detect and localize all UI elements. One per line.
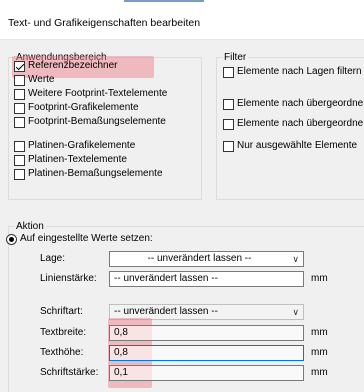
schriftstaerke-label: Schriftstärke: [40,367,99,378]
checkbox-box[interactable] [223,118,234,130]
checkbox-box[interactable] [14,140,25,152]
checkbox-referenzbezeichner[interactable]: Referenzbezeichner [14,59,118,73]
textbreite-label: Textbreite: [40,327,87,338]
texthoehe-field-value: 0,8 [114,347,128,358]
checkbox-label: Elemente nach Lagen filtern [237,66,362,77]
title-accent [124,0,204,2]
checkbox-weitere-footprint-textelemente[interactable]: Weitere Footprint-Textelemente [14,87,167,101]
checkbox-label: Footprint-Grafikelemente [28,102,139,113]
schriftstaerke-field[interactable]: 0,1 [109,365,304,381]
checkbox-label: Platinen-Bemaßungselemente [28,168,163,179]
checkbox-nur-ausgewaehlte-elemente[interactable]: Nur ausgewählte Elemente [223,139,357,153]
linienstaerke-label: Linienstärke: [40,273,97,284]
schriftstaerke-unit: mm [311,367,328,378]
textbreite-field[interactable]: 0,8 [109,325,304,341]
checkbox-box[interactable] [14,116,25,128]
texthoehe-unit: mm [311,347,328,358]
checkbox-elemente-nach-uebergeordnet-1[interactable]: Elemente nach übergeordne [223,97,363,111]
checkbox-label: Nur ausgewählte Elemente [237,140,358,151]
schriftart-select-value: -- unverändert lassen -- [114,306,218,317]
checkbox-box[interactable] [223,140,234,152]
linienstaerke-field-value: -- unverändert lassen -- [114,273,218,284]
checkbox-box[interactable] [14,74,25,86]
checkbox-elemente-nach-uebergeordnet-2[interactable]: Elemente nach übergeordne [223,117,363,131]
linienstaerke-field[interactable]: -- unverändert lassen -- [109,271,304,287]
schriftart-label: Schriftart: [40,306,83,317]
aktion-legend: Aktion [14,221,46,232]
checkbox-label: Elemente nach übergeordne [237,98,364,109]
dialog-content: Anwendungsbereich Referenzbezeichner Wer… [0,40,364,392]
checkbox-platinen-textelemente[interactable]: Platinen-Textelemente [14,153,127,167]
checkbox-label: Platinen-Textelemente [28,154,127,165]
checkbox-box[interactable] [14,154,25,166]
filter-legend: Filter [222,52,249,63]
checkbox-label: Platinen-Grafikelemente [28,140,136,151]
checkbox-label: Footprint-Bemaßungselemente [28,116,166,127]
checkbox-box[interactable] [14,60,25,72]
chevron-down-icon: ∨ [292,307,299,317]
chevron-down-icon: ∨ [292,254,299,264]
title-bar: Text- und Grafikeigenschaften bearbeiten [0,0,364,40]
checkbox-footprint-bemassungselemente[interactable]: Footprint-Bemaßungselemente [14,115,166,129]
lage-label: Lage: [40,253,66,264]
radio-label: Auf eingestellte Werte setzen: [20,233,153,244]
window-title: Text- und Grafikeigenschaften bearbeiten [8,17,201,29]
checkbox-box[interactable] [223,98,234,110]
checkbox-platinen-bemassungselemente[interactable]: Platinen-Bemaßungselemente [14,167,163,181]
radio-button[interactable] [6,233,17,245]
textbreite-field-value: 0,8 [114,327,128,338]
radio-auf-eingestellte-werte[interactable]: Auf eingestellte Werte setzen: [6,233,153,245]
checkbox-label: Elemente nach übergeordne [237,118,364,129]
lage-select[interactable]: -- unverändert lassen -- ∨ [109,251,304,267]
texthoehe-field[interactable]: 0,8 [109,345,304,361]
checkbox-label: Werte [28,74,55,85]
schriftstaerke-field-value: 0,1 [114,367,128,378]
checkbox-label: Weitere Footprint-Textelemente [28,88,168,99]
textbreite-unit: mm [311,327,328,338]
checkbox-box[interactable] [14,102,25,114]
checkbox-platinen-grafikelemente[interactable]: Platinen-Grafikelemente [14,139,135,153]
checkbox-label: Referenzbezeichner [28,60,118,71]
linienstaerke-unit: mm [311,273,328,284]
checkbox-elemente-nach-lagen-filtern[interactable]: Elemente nach Lagen filtern [223,65,362,79]
checkbox-box[interactable] [14,88,25,100]
checkbox-werte[interactable]: Werte [14,73,55,87]
checkbox-box[interactable] [14,168,25,180]
lage-select-value: -- unverändert lassen -- [147,253,252,264]
checkbox-box[interactable] [223,66,234,78]
texthoehe-label: Texthöhe: [40,347,84,358]
checkbox-footprint-grafikelemente[interactable]: Footprint-Grafikelemente [14,101,139,115]
